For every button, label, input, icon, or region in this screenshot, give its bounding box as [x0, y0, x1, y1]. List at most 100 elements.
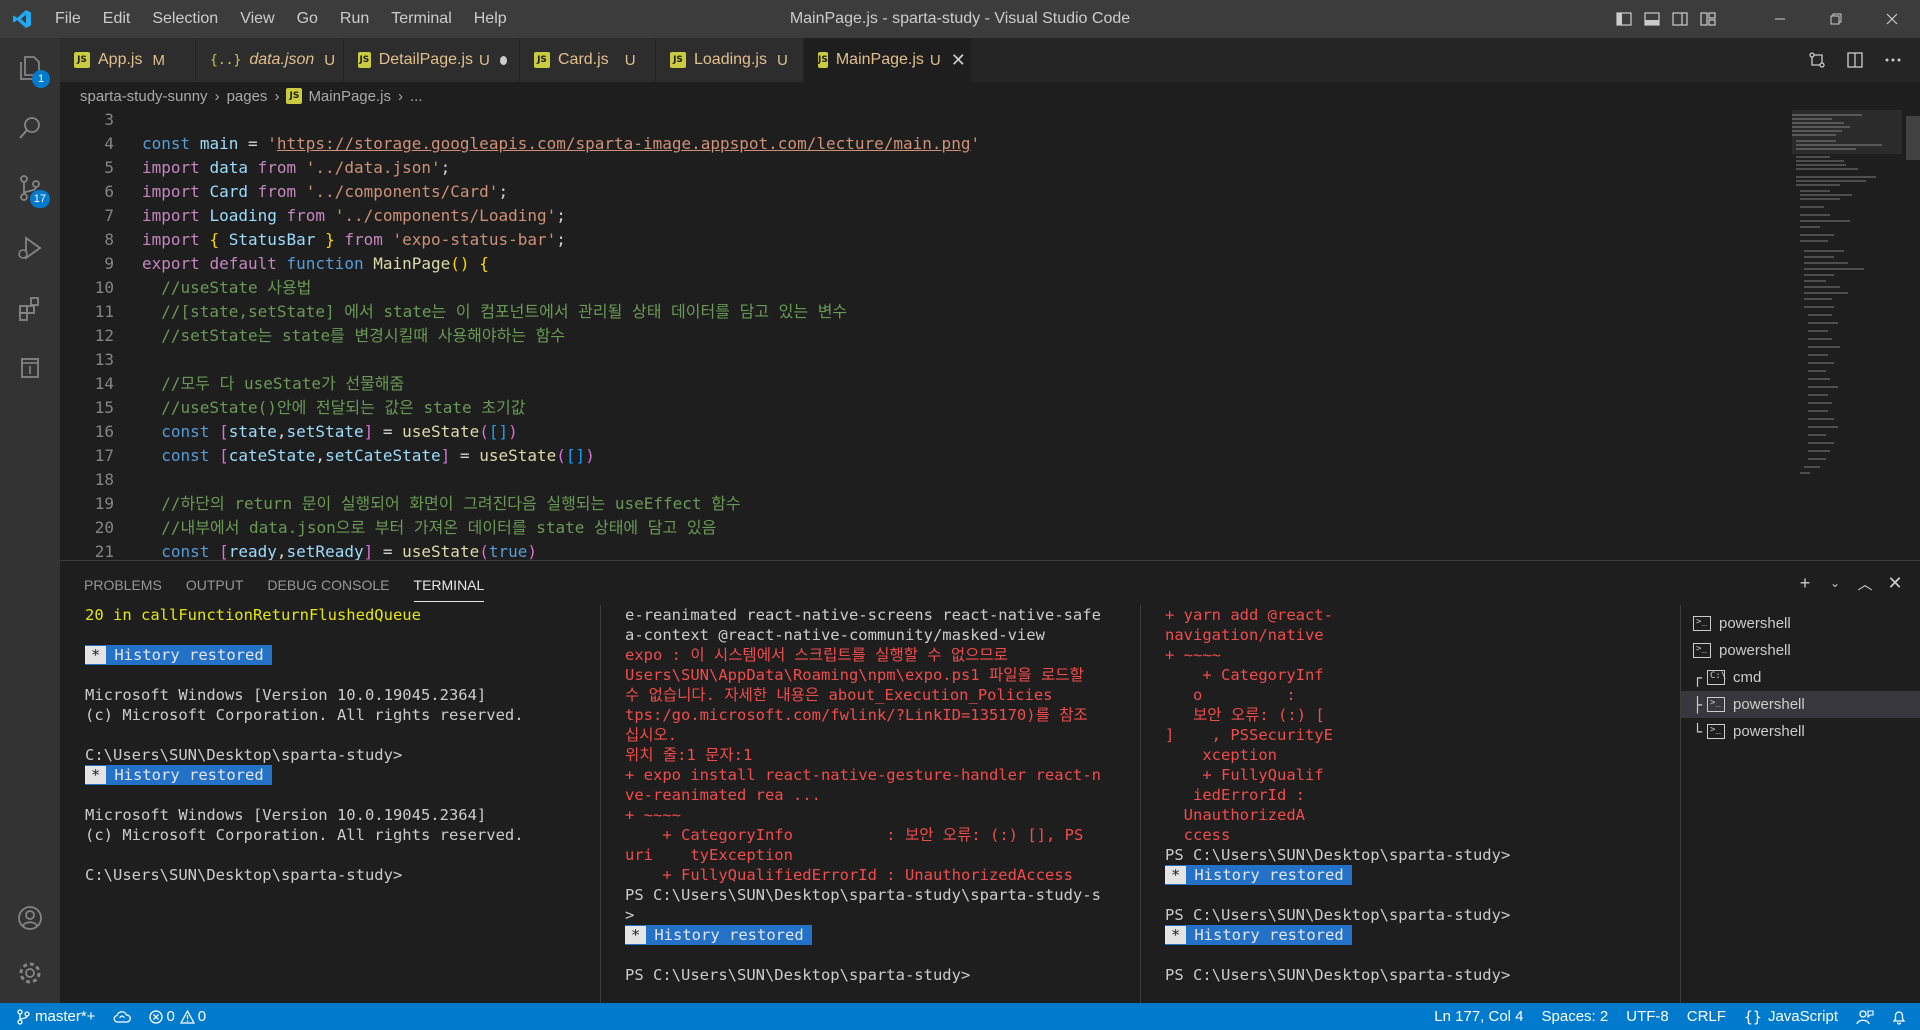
editor-tab-bar: JS App.js M {..} data.json U JS DetailPa…: [60, 38, 1920, 82]
menu-edit[interactable]: Edit: [92, 0, 142, 38]
terminal-prompt: C:\Users\SUN\Desktop\sparta-study>: [85, 746, 403, 764]
terminal-list-item[interactable]: └ >_ powershell: [1681, 718, 1920, 745]
code-line: 9 export default function MainPage() {: [104, 254, 489, 273]
terminal-error-line: 수 없습니다. 자세한 내용은 about_Execution_Policies: [625, 686, 1053, 704]
menu-go[interactable]: Go: [286, 0, 329, 38]
tab-data-json[interactable]: {..} data.json U: [196, 38, 344, 82]
settings-gear-icon[interactable]: [0, 943, 60, 1003]
terminal-list-item[interactable]: ┌ C:\ cmd: [1681, 664, 1920, 691]
window-controls: [1610, 0, 1920, 38]
source-control-icon[interactable]: 17: [0, 158, 60, 218]
error-icon: [149, 1009, 164, 1024]
editor-scrollbar[interactable]: [1906, 110, 1920, 560]
git-branch-status[interactable]: master*+: [0, 1003, 104, 1030]
pane-divider[interactable]: [1140, 605, 1141, 1004]
sync-cloud-icon[interactable]: [104, 1003, 140, 1030]
terminal-prompt: PS C:\Users\SUN\Desktop\sparta-study>: [1165, 846, 1511, 864]
pane-divider[interactable]: [600, 605, 601, 1004]
toggle-secondary-sidebar-icon[interactable]: [1666, 0, 1694, 38]
javascript-file-icon: JS: [670, 52, 686, 68]
terminal-prompt: PS C:\Users\SUN\Desktop\sparta-study>: [625, 966, 971, 984]
tab-label: Loading.js: [694, 51, 767, 68]
more-actions-icon[interactable]: [1874, 38, 1912, 82]
tab-label: data.json: [249, 51, 315, 68]
breadcrumb-file[interactable]: MainPage.js: [308, 88, 391, 105]
indentation[interactable]: Spaces: 2: [1533, 1003, 1618, 1030]
editor-scrollbar-thumb[interactable]: [1906, 116, 1920, 160]
toggle-panel-icon[interactable]: [1638, 0, 1666, 38]
status-bar: master*+ 0 0 Ln 177, Col 4 Spaces: 2 UTF…: [0, 1003, 1920, 1030]
terminal-error-line: + FullyQualifiedErrorId : UnauthorizedAc…: [625, 866, 1073, 884]
code-line: 13: [94, 350, 114, 369]
editor-actions: [1798, 38, 1920, 82]
feedback-person-icon[interactable]: [1847, 1003, 1883, 1030]
menu-run[interactable]: Run: [329, 0, 380, 38]
javascript-file-icon: JS: [818, 52, 828, 68]
cursor-position[interactable]: Ln 177, Col 4: [1425, 1003, 1532, 1030]
menu-terminal[interactable]: Terminal: [380, 0, 462, 38]
close-panel-icon[interactable]: ✕: [1880, 573, 1910, 594]
run-debug-icon[interactable]: [0, 218, 60, 278]
tab-detailpage-js[interactable]: JS DetailPage.js U: [344, 38, 520, 82]
close-tab-icon[interactable]: ✕: [951, 50, 966, 71]
warning-count: 0: [197, 1008, 207, 1025]
toggle-primary-sidebar-icon[interactable]: [1610, 0, 1638, 38]
terminal-error-line: iedErrorId :: [1165, 786, 1305, 804]
language-mode[interactable]: {} JavaScript: [1735, 1003, 1847, 1030]
restore-icon[interactable]: [1808, 0, 1864, 38]
search-icon[interactable]: [0, 98, 60, 158]
terminal-pane-1[interactable]: 20 in callFunctionReturnFlushedQueue * Hi…: [85, 605, 595, 1004]
terminal-error-line: 위치 줄:1 문자:1: [625, 746, 753, 764]
menu-view[interactable]: View: [229, 0, 285, 38]
code-editor[interactable]: 3 4 const main = 'https://storage.googlea…: [60, 110, 1920, 560]
line-ending[interactable]: CRLF: [1678, 1003, 1735, 1030]
remote-explorer-icon[interactable]: [0, 338, 60, 398]
tree-connector: └: [1693, 722, 1703, 741]
code-line: 21 const [ready,setReady] = useState(tru…: [94, 542, 538, 560]
terminal-pane-3[interactable]: + yarn add @react- navigation/native + ~…: [1165, 605, 1675, 1004]
split-editor-icon[interactable]: [1836, 38, 1874, 82]
minimize-icon[interactable]: [1752, 0, 1808, 38]
tab-output[interactable]: OUTPUT: [186, 565, 244, 601]
customize-layout-icon[interactable]: [1694, 0, 1722, 38]
terminal-list-item[interactable]: >_ powershell: [1681, 637, 1920, 664]
new-terminal-plus-icon[interactable]: +: [1790, 573, 1820, 594]
tab-terminal[interactable]: TERMINAL: [413, 565, 485, 602]
unsaved-dot-icon[interactable]: [499, 55, 507, 65]
menu-file[interactable]: File: [44, 0, 92, 38]
terminal-error-line: o :: [1165, 686, 1296, 704]
tab-card-js[interactable]: JS Card.js U: [520, 38, 656, 82]
menu-selection[interactable]: Selection: [141, 0, 229, 38]
terminal-line: Microsoft Windows [Version 10.0.19045.23…: [85, 686, 487, 704]
terminal-list-item[interactable]: >_ powershell: [1681, 610, 1920, 637]
terminal-list-item-active[interactable]: ├ >_ powershell: [1681, 691, 1920, 718]
notifications-bell-icon[interactable]: [1883, 1003, 1920, 1030]
url-link[interactable]: https://storage.googleapis.com/sparta-im…: [277, 134, 971, 153]
terminal-pane-2[interactable]: e-reanimated react-native-screens react-…: [625, 605, 1140, 1004]
menu-help[interactable]: Help: [463, 0, 518, 38]
warning-icon: [179, 1009, 195, 1024]
breadcrumb-folder-pages[interactable]: pages: [227, 88, 268, 105]
tab-mainpage-js[interactable]: JS MainPage.js U ✕: [804, 38, 972, 82]
minimap[interactable]: [1792, 110, 1902, 480]
tab-app-js[interactable]: JS App.js M: [60, 38, 196, 82]
account-icon[interactable]: [0, 888, 60, 948]
tab-debug-console[interactable]: DEBUG CONSOLE: [267, 565, 389, 601]
maximize-panel-chevron-up-icon[interactable]: ︿: [1850, 573, 1880, 594]
explorer-icon[interactable]: 1: [0, 38, 60, 98]
breadcrumb-symbol[interactable]: ...: [410, 88, 423, 105]
breadcrumb-folder-root[interactable]: sparta-study-sunny: [80, 88, 208, 105]
problems-status[interactable]: 0 0: [140, 1003, 215, 1030]
extensions-icon[interactable]: [0, 278, 60, 338]
terminal-error-line: + expo install react-native-gesture-hand…: [625, 766, 1101, 784]
tab-problems[interactable]: PROBLEMS: [84, 565, 162, 601]
close-window-icon[interactable]: [1864, 0, 1920, 38]
terminal-error-line: 보안 오류: (:) [: [1165, 706, 1325, 724]
chevron-down-icon[interactable]: ⌄: [1820, 576, 1850, 590]
code-line: 16 const [state,setState] = useState([]): [94, 422, 518, 441]
code-line: 14 //모두 다 useState가 선물해줌: [94, 374, 405, 393]
tab-loading-js[interactable]: JS Loading.js U: [656, 38, 804, 82]
open-changes-icon[interactable]: [1798, 38, 1836, 82]
tab-git-status: U: [929, 51, 941, 69]
encoding[interactable]: UTF-8: [1617, 1003, 1678, 1030]
